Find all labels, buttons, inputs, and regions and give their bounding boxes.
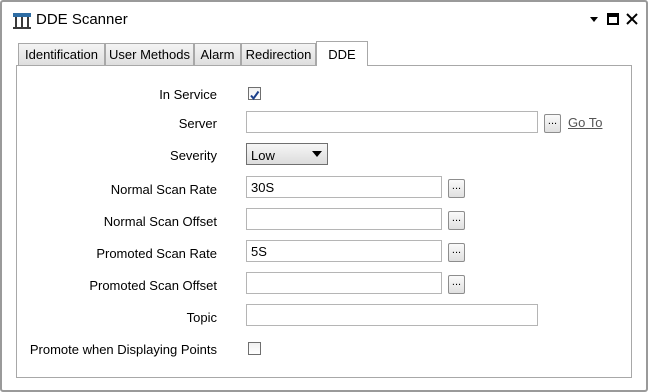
normal-scan-offset-input[interactable]	[246, 208, 442, 230]
dde-tab-panel: In Service Server ... Go To Severity Low…	[16, 65, 632, 378]
promoted-scan-rate-input[interactable]: 5S	[246, 240, 442, 262]
server-label: Server	[178, 116, 217, 131]
checkmark-icon	[250, 90, 260, 101]
tab-redirection[interactable]: Redirection	[241, 43, 316, 65]
normal-scan-rate-label: Normal Scan Rate	[110, 182, 217, 197]
server-browse-button[interactable]: ...	[544, 114, 561, 133]
normal-scan-rate-browse-button[interactable]: ...	[448, 179, 465, 198]
tab-user-methods[interactable]: User Methods	[105, 43, 194, 65]
severity-select[interactable]: Low	[246, 143, 328, 165]
in-service-checkbox[interactable]	[248, 87, 261, 101]
promoted-scan-rate-label: Promoted Scan Rate	[96, 246, 217, 261]
normal-scan-offset-label: Normal Scan Offset	[103, 214, 217, 229]
window-title: DDE Scanner	[36, 11, 128, 28]
promoted-scan-offset-input[interactable]	[246, 272, 442, 294]
severity-label: Severity	[170, 148, 217, 163]
severity-value: Low	[251, 148, 275, 163]
tab-control: Identification User Methods Alarm Redire…	[16, 41, 632, 378]
promoted-scan-rate-browse-button[interactable]: ...	[448, 243, 465, 262]
promote-when-displaying-label: Promote when Displaying Points	[29, 342, 217, 357]
promote-when-displaying-checkbox[interactable]	[248, 342, 261, 355]
normal-scan-rate-input[interactable]: 30S	[246, 176, 442, 198]
pin-icon[interactable]	[586, 11, 602, 27]
promoted-scan-offset-browse-button[interactable]: ...	[448, 275, 465, 294]
topic-label: Topic	[186, 310, 217, 325]
tab-alarm[interactable]: Alarm	[194, 43, 241, 65]
title-bar: DDE Scanner	[2, 2, 646, 38]
normal-scan-offset-browse-button[interactable]: ...	[448, 211, 465, 230]
go-to-link[interactable]: Go To	[568, 115, 602, 130]
close-icon[interactable]	[624, 11, 640, 27]
promoted-scan-offset-label: Promoted Scan Offset	[89, 278, 217, 293]
chevron-down-icon	[312, 151, 322, 157]
topic-input[interactable]	[246, 304, 538, 326]
maximize-icon[interactable]	[605, 11, 621, 27]
dde-scanner-window: DDE Scanner Identification User Methods …	[0, 0, 648, 392]
tab-dde[interactable]: DDE	[316, 41, 368, 66]
in-service-label: In Service	[159, 87, 217, 102]
dde-scanner-icon	[12, 12, 32, 30]
tab-identification[interactable]: Identification	[18, 43, 105, 65]
server-input[interactable]	[246, 111, 538, 133]
